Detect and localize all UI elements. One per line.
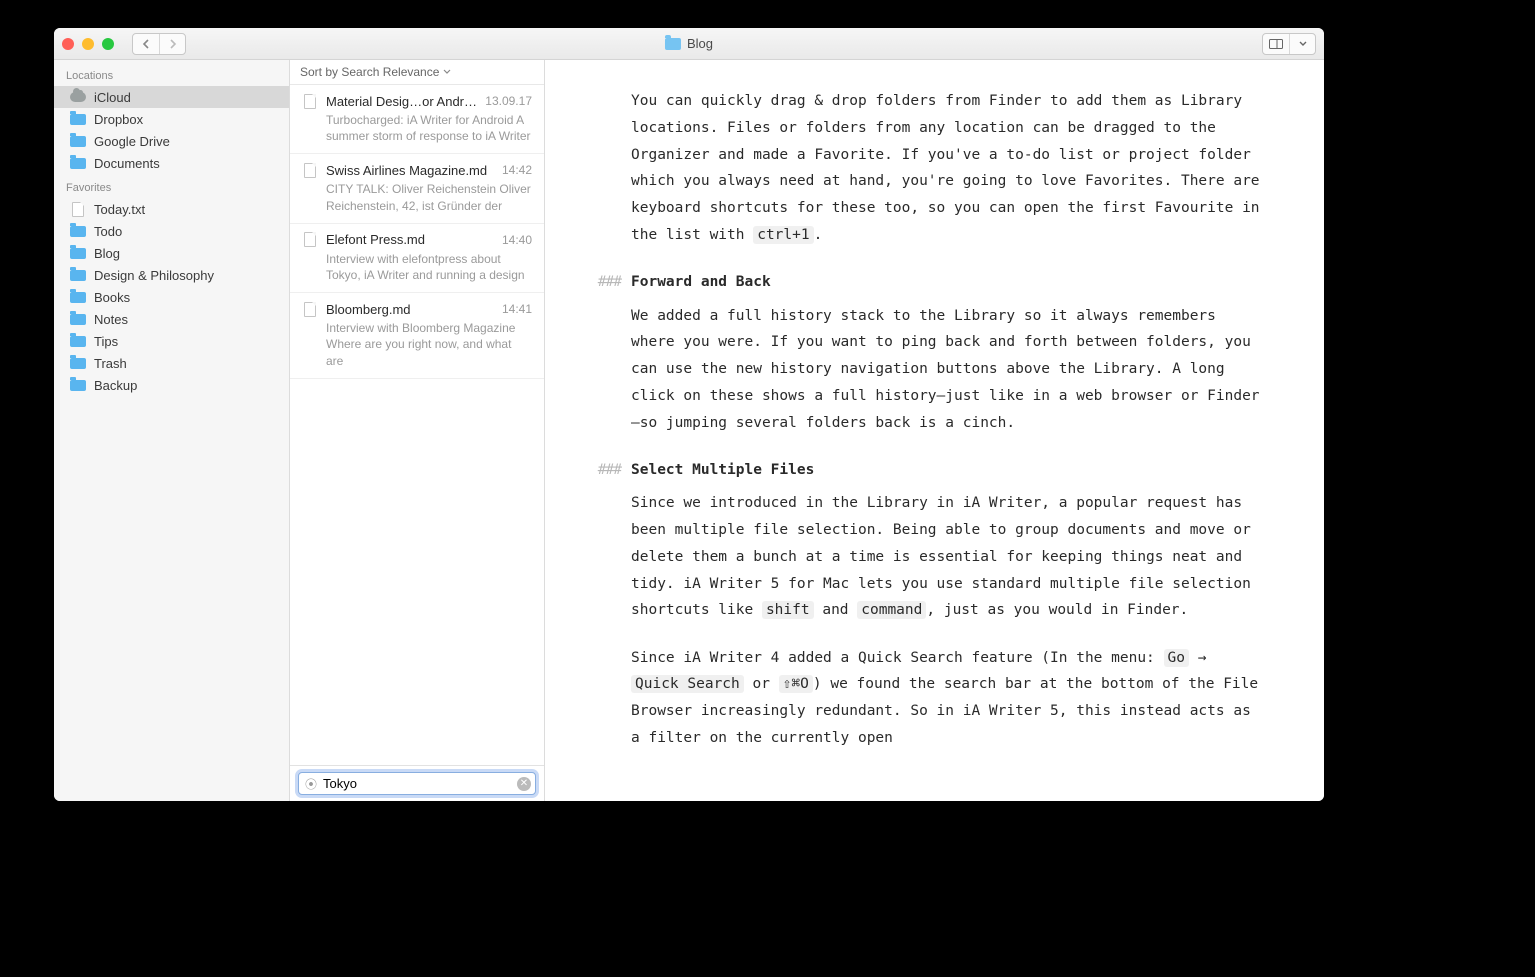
file-preview: Interview with elefontpress about Tokyo,… xyxy=(326,251,532,283)
folder-icon xyxy=(70,111,86,127)
sidebar-item-label: iCloud xyxy=(94,90,131,105)
file-icon xyxy=(302,93,318,109)
folder-icon xyxy=(70,133,86,149)
titlebar: Blog xyxy=(54,28,1324,60)
sidebar-item[interactable]: Backup xyxy=(54,374,289,396)
file-preview: Turbocharged: iA Writer for Android A su… xyxy=(326,112,532,144)
file-name: Material Desig…or Android.txt xyxy=(326,94,477,109)
folder-icon xyxy=(70,267,86,283)
sidebar-item-label: Today.txt xyxy=(94,202,145,217)
sidebar-item[interactable]: Notes xyxy=(54,308,289,330)
sidebar-item[interactable]: Dropbox xyxy=(54,108,289,130)
view-menu-button[interactable] xyxy=(1289,34,1315,54)
sidebar-section-locations: Locations xyxy=(54,66,289,86)
folder-icon xyxy=(70,245,86,261)
view-toggle xyxy=(1262,33,1316,55)
sidebar-item[interactable]: Tips xyxy=(54,330,289,352)
file-time: 14:41 xyxy=(502,302,532,316)
sidebar-item-label: Trash xyxy=(94,356,127,371)
folder-icon xyxy=(70,223,86,239)
sidebar: Locations iCloud Dropbox Google Drive Docum… xyxy=(54,60,290,801)
editor-paragraph: We added a full history stack to the Lib… xyxy=(631,303,1260,437)
file-time: 14:42 xyxy=(502,163,532,177)
sidebar-item[interactable]: Documents xyxy=(54,152,289,174)
zoom-window-button[interactable] xyxy=(102,38,114,50)
sidebar-item[interactable]: Google Drive xyxy=(54,130,289,152)
breadcrumb-label: Blog xyxy=(687,36,713,51)
file-list: Sort by Search Relevance Material Desig…… xyxy=(290,60,545,801)
file-preview: CITY TALK: Oliver Reichenstein Oliver Re… xyxy=(326,181,532,213)
file-icon xyxy=(70,201,86,217)
sidebar-item[interactable]: Books xyxy=(54,286,289,308)
sidebar-item-label: Notes xyxy=(94,312,128,327)
file-row[interactable]: Bloomberg.md 14:41 Interview with Bloomber… xyxy=(290,293,544,379)
sidebar-item[interactable]: Today.txt xyxy=(54,198,289,220)
file-icon xyxy=(302,232,318,248)
cloud-icon xyxy=(70,89,86,105)
sidebar-item[interactable]: Design & Philosophy xyxy=(54,264,289,286)
file-name: Swiss Airlines Magazine.md xyxy=(326,163,494,178)
file-time: 14:40 xyxy=(502,233,532,247)
sidebar-item-label: Documents xyxy=(94,156,160,171)
close-window-button[interactable] xyxy=(62,38,74,50)
sidebar-item-label: Tips xyxy=(94,334,118,349)
file-time: 13.09.17 xyxy=(485,94,532,108)
file-row[interactable]: Elefont Press.md 14:40 Interview with elef… xyxy=(290,224,544,293)
heading-marker: ### xyxy=(598,269,631,296)
file-name: Elefont Press.md xyxy=(326,232,494,247)
editor-paragraph: Since iA Writer 4 added a Quick Search f… xyxy=(631,645,1260,752)
sidebar-item-label: Todo xyxy=(94,224,122,239)
forward-button[interactable] xyxy=(159,34,185,54)
file-row[interactable]: Swiss Airlines Magazine.md 14:42 CITY TALK… xyxy=(290,154,544,223)
editor-paragraph: Since we introduced in the Library in iA… xyxy=(631,490,1260,624)
file-icon xyxy=(302,162,318,178)
panel-toggle-button[interactable] xyxy=(1263,34,1289,54)
sidebar-section-favorites: Favorites xyxy=(54,178,289,198)
sidebar-item-label: Blog xyxy=(94,246,120,261)
filter-input[interactable] xyxy=(299,773,535,794)
sidebar-item-label: Dropbox xyxy=(94,112,143,127)
sidebar-item-label: Backup xyxy=(94,378,137,393)
heading-text: Select Multiple Files xyxy=(631,457,814,484)
folder-icon xyxy=(70,155,86,171)
file-name: Bloomberg.md xyxy=(326,302,494,317)
folder-icon xyxy=(70,377,86,393)
sidebar-item-label: Books xyxy=(94,290,130,305)
heading-marker: ### xyxy=(598,457,631,484)
heading-text: Forward and Back xyxy=(631,269,771,296)
editor[interactable]: You can quickly drag & drop folders from… xyxy=(545,60,1324,801)
sort-label: Sort by Search Relevance xyxy=(300,65,439,79)
back-button[interactable] xyxy=(133,34,159,54)
editor-heading: ### Forward and Back xyxy=(631,269,1260,296)
sidebar-item-label: Google Drive xyxy=(94,134,170,149)
minimize-window-button[interactable] xyxy=(82,38,94,50)
sidebar-item[interactable]: Blog xyxy=(54,242,289,264)
folder-icon xyxy=(70,333,86,349)
window-controls xyxy=(62,38,114,50)
file-preview: Interview with Bloomberg Magazine Where … xyxy=(326,320,532,369)
editor-paragraph: You can quickly drag & drop folders from… xyxy=(631,88,1260,249)
app-window: Blog Locations iCloud Dropbox Google Drive… xyxy=(54,28,1324,801)
chevron-down-icon xyxy=(443,69,451,75)
history-nav xyxy=(132,33,186,55)
sidebar-item[interactable]: Todo xyxy=(54,220,289,242)
folder-icon xyxy=(70,311,86,327)
sort-menu[interactable]: Sort by Search Relevance xyxy=(290,60,544,85)
sidebar-item[interactable]: iCloud xyxy=(54,86,289,108)
sidebar-item-label: Design & Philosophy xyxy=(94,268,214,283)
folder-icon xyxy=(665,38,681,50)
folder-icon xyxy=(70,289,86,305)
file-icon xyxy=(302,301,318,317)
file-row[interactable]: Material Desig…or Android.txt 13.09.17 Tur… xyxy=(290,85,544,154)
filter-bar: ⦿ ✕ xyxy=(290,765,544,801)
folder-icon xyxy=(70,355,86,371)
sidebar-item[interactable]: Trash xyxy=(54,352,289,374)
breadcrumb[interactable]: Blog xyxy=(665,36,713,51)
clear-filter-button[interactable]: ✕ xyxy=(517,777,531,791)
filter-icon: ⦿ xyxy=(305,775,317,792)
editor-heading: ### Select Multiple Files xyxy=(631,457,1260,484)
